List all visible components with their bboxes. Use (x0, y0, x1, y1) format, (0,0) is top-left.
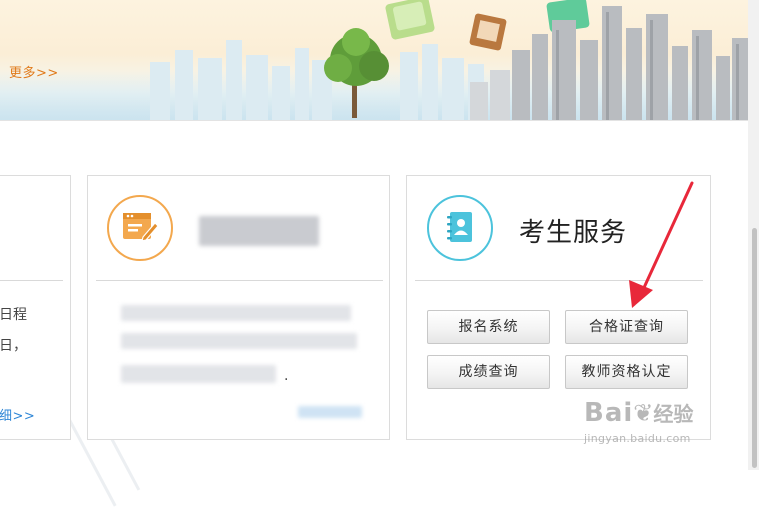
tree-icon (324, 28, 389, 118)
service-card-title: 考生服务 (519, 218, 628, 248)
middle-card: . (87, 175, 390, 440)
blurred-text-line (121, 365, 276, 383)
watermark-brand: Bai (584, 398, 634, 428)
teacher-certification-button[interactable]: 教师资格认定 (565, 355, 688, 389)
score-query-button[interactable]: 成绩查询 (427, 355, 550, 389)
left-card-detail-link[interactable]: 细>> (0, 405, 35, 424)
blurred-detail-link[interactable] (298, 406, 362, 418)
watermark-url: jingyan.baidu.com (584, 432, 691, 445)
top-banner: 更多>> (0, 0, 759, 120)
card-divider (96, 280, 383, 281)
certificate-pen-icon (107, 195, 173, 261)
baidu-jingyan-watermark: Bai❦经验 jingyan.baidu.com (584, 398, 694, 445)
certificate-query-button[interactable]: 合格证查询 (565, 310, 688, 344)
address-book-icon (427, 195, 493, 261)
trailing-period: . (284, 368, 289, 384)
scrollbar-thumb[interactable] (752, 228, 757, 468)
blurred-text-line (121, 333, 357, 349)
left-card-text-line: 日程 (0, 307, 27, 323)
banner-divider (0, 120, 759, 121)
left-card: 日程 日， 细>> (0, 175, 71, 440)
city-skyline-illustration (150, 0, 750, 120)
watermark-brand-tail: 经验 (653, 402, 694, 426)
card-divider (0, 280, 63, 281)
left-card-text-line: 日， (0, 338, 27, 354)
signup-system-button[interactable]: 报名系统 (427, 310, 550, 344)
banner-more-link[interactable]: 更多>> (9, 62, 59, 81)
red-pointer-arrow-icon (629, 181, 694, 308)
paw-icon: ❦ (633, 399, 654, 427)
blurred-text-line (121, 305, 351, 321)
card-title-blurred (199, 216, 319, 246)
